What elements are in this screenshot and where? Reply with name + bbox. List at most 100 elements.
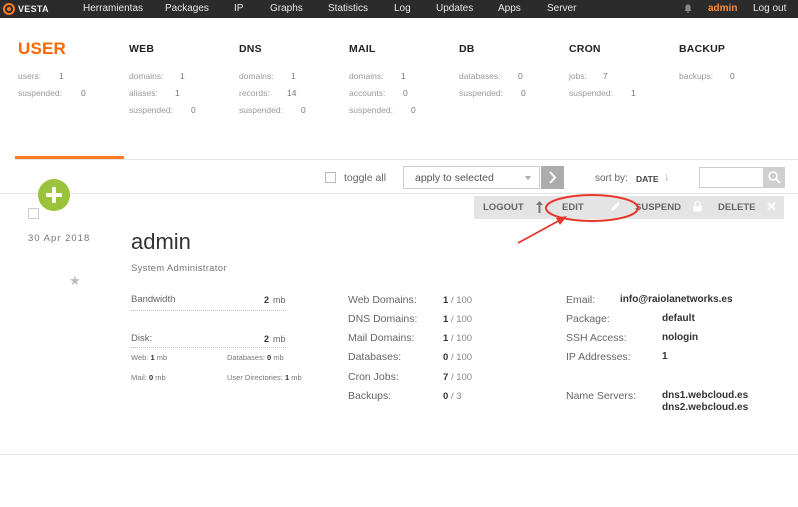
disk-mail: Mail: 0 mb	[131, 373, 166, 382]
stats-mail-accounts: accounts: 0	[349, 88, 408, 98]
nav-herramientas[interactable]: Herramientas	[83, 3, 143, 14]
stats-dns[interactable]: DNS	[239, 43, 262, 55]
stats-web-aliases: aliases: 1	[129, 88, 180, 98]
nav-log[interactable]: Log	[394, 3, 411, 14]
current-user-link[interactable]: admin	[708, 3, 737, 14]
quota-cron-jobs-label: Cron Jobs:	[348, 371, 399, 383]
stats-db-databases: databases: 0	[459, 71, 523, 81]
disk-bar	[131, 347, 286, 348]
vesta-logo-icon	[3, 3, 15, 15]
disk-unit: mb	[273, 334, 286, 344]
quota-mail-domains-value: 1 / 100	[443, 333, 473, 344]
name-servers-label: Name Servers:	[566, 390, 637, 402]
nav-packages[interactable]: Packages	[165, 3, 209, 14]
stats-dns-domains: domains: 1	[239, 71, 296, 81]
header-divider	[15, 159, 798, 160]
quota-mail-domains-label: Mail Domains:	[348, 332, 415, 344]
stats-mail-title[interactable]: MAIL	[349, 43, 375, 55]
toggle-all-checkbox[interactable]	[325, 172, 336, 183]
pencil-icon	[611, 202, 620, 211]
disk-value: 2	[264, 334, 270, 344]
quota-web-domains-value: 1 / 100	[443, 295, 473, 306]
stats-db[interactable]: DB	[459, 43, 475, 55]
stats-dns-records: records: 14	[239, 88, 297, 98]
bandwidth-unit: mb	[273, 295, 286, 305]
ip-addresses-value: 1	[662, 351, 668, 362]
nav-server[interactable]: Server	[547, 3, 576, 14]
stats-dns-suspended: suspended: 0	[239, 105, 306, 115]
nav-ip[interactable]: IP	[234, 3, 243, 14]
lock-icon	[693, 201, 702, 212]
delete-button[interactable]: DELETE	[718, 196, 755, 219]
bulk-action-select[interactable]: apply to selected	[403, 166, 540, 189]
search-icon	[768, 171, 781, 184]
stats-web-title[interactable]: WEB	[129, 43, 154, 55]
row-bottom-divider	[0, 454, 798, 455]
chevron-down-icon	[525, 176, 531, 180]
sort-direction-icon[interactable]: ↓	[664, 171, 670, 183]
package-label: Package:	[566, 313, 610, 325]
disk-label: Disk:	[131, 333, 153, 344]
stats-db-title[interactable]: DB	[459, 43, 475, 55]
vesta-logo[interactable]: VESTA	[3, 2, 49, 16]
stats-web-domains: domains: 1	[129, 71, 185, 81]
quota-cron-jobs-value: 7 / 100	[443, 372, 473, 383]
logout-link[interactable]: Log out	[753, 3, 786, 14]
row-checkbox[interactable]	[28, 208, 39, 219]
sort-by-label: sort by:	[595, 173, 628, 184]
annotation-arrow-line	[517, 218, 563, 244]
top-nav-bar: VESTA Herramientas Packages IP Graphs St…	[0, 0, 798, 18]
sort-by-value[interactable]: DATE	[636, 174, 659, 184]
stats-user-users: users: 1	[18, 71, 64, 81]
bulk-action-selected: apply to selected	[415, 172, 494, 184]
quota-backups-label: Backups:	[348, 390, 392, 402]
search-input[interactable]	[699, 167, 764, 188]
stats-user[interactable]: USER	[18, 39, 66, 63]
stats-cron-title[interactable]: CRON	[569, 43, 601, 55]
apply-button[interactable]	[541, 166, 564, 189]
stats-dns-title[interactable]: DNS	[239, 43, 262, 55]
stats-web[interactable]: WEB	[129, 43, 154, 55]
nav-apps[interactable]: Apps	[498, 3, 521, 14]
toggle-all-label[interactable]: toggle all	[344, 172, 386, 184]
ssh-access-value: nologin	[662, 332, 699, 343]
stats-cron-jobs: jobs: 7	[569, 71, 608, 81]
logout-as-user-button[interactable]: LOGOUT	[483, 196, 524, 219]
nav-updates[interactable]: Updates	[436, 3, 473, 14]
chevron-right-icon	[549, 171, 557, 184]
edit-button[interactable]: EDIT	[562, 196, 584, 219]
user-role: System Administrator	[131, 263, 227, 274]
name-server-2: dns2.webcloud.es	[662, 402, 749, 413]
ip-addresses-label: IP Addresses:	[566, 351, 631, 363]
quota-databases-value: 0 / 100	[443, 352, 473, 363]
name-server-1: dns1.webcloud.es	[662, 390, 749, 401]
disk-web: Web: 1 mb	[131, 353, 168, 362]
email-label: Email:	[566, 294, 596, 306]
stats-cron[interactable]: CRON	[569, 43, 601, 55]
disk-databases: Databases: 0 mb	[227, 353, 284, 362]
stats-cron-suspended: suspended: 1	[569, 88, 636, 98]
bell-icon[interactable]	[684, 4, 692, 13]
bandwidth-label: Bandwidth	[131, 294, 176, 305]
stats-mail-domains: domains: 1	[349, 71, 406, 81]
quota-databases-label: Databases:	[348, 351, 402, 363]
ssh-access-label: SSH Access:	[566, 332, 627, 344]
stats-mail[interactable]: MAIL	[349, 43, 375, 55]
user-name[interactable]: admin	[131, 229, 191, 255]
bandwidth-value: 2	[264, 295, 270, 305]
quota-dns-domains-label: DNS Domains:	[348, 313, 418, 325]
stats-user-title[interactable]: USER	[18, 39, 66, 59]
search-button[interactable]	[764, 167, 785, 188]
stats-backup-title[interactable]: BACKUP	[679, 43, 725, 55]
bandwidth-bar	[131, 310, 286, 311]
close-icon[interactable]: ✕	[766, 199, 777, 215]
stats-backup[interactable]: BACKUP	[679, 43, 725, 55]
stats-mail-suspended: suspended: 0	[349, 105, 416, 115]
stats-user-suspended: suspended: 0	[18, 88, 86, 98]
quota-backups-value: 0 / 3	[443, 391, 462, 402]
add-user-button[interactable]	[38, 179, 70, 211]
suspend-button[interactable]: SUSPEND	[635, 196, 681, 219]
nav-graphs[interactable]: Graphs	[270, 3, 303, 14]
nav-statistics[interactable]: Statistics	[328, 3, 368, 14]
star-icon[interactable]: ★	[69, 273, 81, 289]
